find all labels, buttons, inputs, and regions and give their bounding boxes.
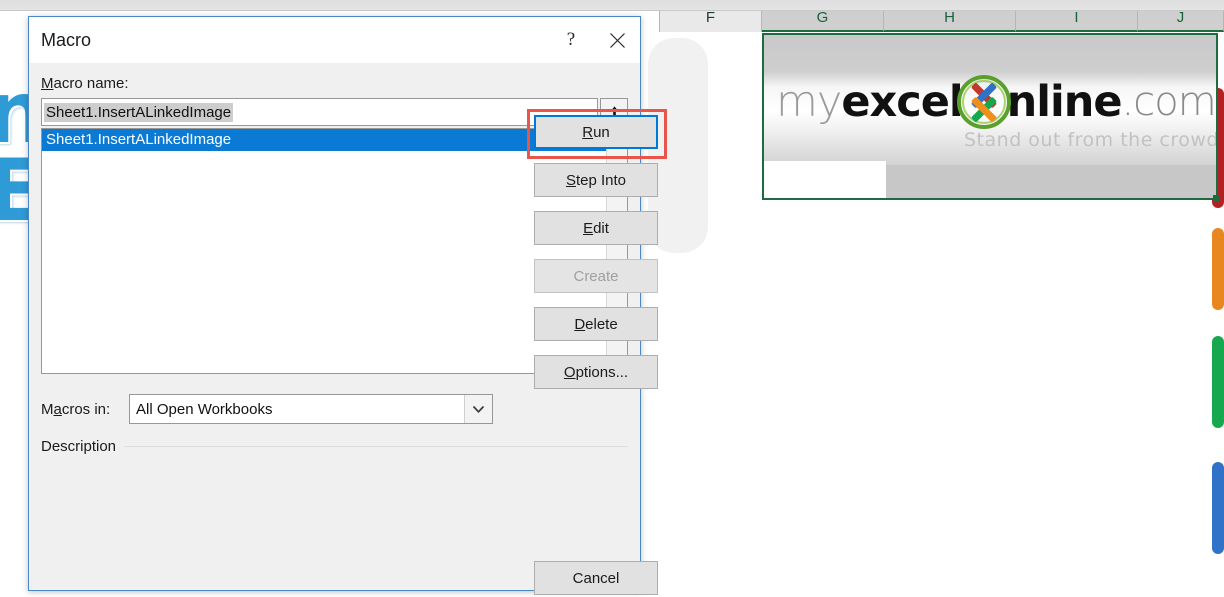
macros-in-label-rest: cros in: [61,400,111,418]
linked-image[interactable]: my excel nline .com Stand out from the cro… [764,35,1216,165]
background-pill-orange [1212,228,1224,310]
options-button[interactable]: Options... [534,355,658,389]
dialog-title: Macro [41,29,92,50]
description-row: Description [41,438,628,455]
delete-button[interactable]: Delete [534,307,658,341]
selected-cell-range[interactable]: my excel nline .com Stand out from the cro… [762,33,1220,202]
help-icon[interactable]: ? [548,17,594,63]
description-separator [124,446,628,447]
macro-name-label: Macro name: [41,75,129,92]
macro-dialog: Macro ? Macro name: Sheet1.InsertALinked… [28,16,667,595]
chevron-down-icon[interactable] [464,395,492,423]
list-item[interactable]: Sheet1.InsertALinkedImage [42,129,606,151]
cancel-button[interactable]: Cancel [534,561,658,595]
logo-text-excel: excel [841,77,963,127]
macro-name-value: Sheet1.InsertALinkedImage [44,102,234,122]
macro-list-items: Sheet1.InsertALinkedImage [42,129,606,373]
edit-button[interactable]: Edit [534,211,658,245]
dialog-titlebar: Macro ? [29,17,640,63]
macro-name-input[interactable]: Sheet1.InsertALinkedImage [41,98,598,126]
range-fill-handle[interactable] [1213,195,1220,202]
logo-wordmark: my excel nline .com [776,73,1216,131]
column-header-top-cut [0,0,1224,11]
macros-in-select[interactable]: All Open Workbooks [129,394,493,424]
titlebar-buttons: ? [548,17,640,63]
dialog-button-column: Run Step Into Edit Create Delete Options… [534,115,658,403]
logo-tagline: Stand out from the crowd [964,129,1216,151]
logo-text-nline: nline [1006,77,1123,127]
screen-root: nE F G H I J my excel nline .com Stand o… [0,0,1224,597]
background-pill-blue [1212,462,1224,554]
macros-in-value: All Open Workbooks [136,400,273,418]
x-circle-icon [955,73,1013,131]
create-button: Create [534,259,658,293]
macro-name-label-rest: acro name: [53,75,129,92]
background-pill-green [1212,336,1224,428]
logo-text-com: .com [1121,79,1216,125]
description-label: Description [41,438,117,455]
close-icon[interactable] [594,17,640,63]
empty-cell-below-image[interactable] [764,161,886,198]
step-into-button[interactable]: Step Into [534,163,658,197]
run-button[interactable]: Run [534,115,658,149]
logo-text-my: my [776,77,842,127]
macros-in-label: Macros in: [41,400,111,418]
